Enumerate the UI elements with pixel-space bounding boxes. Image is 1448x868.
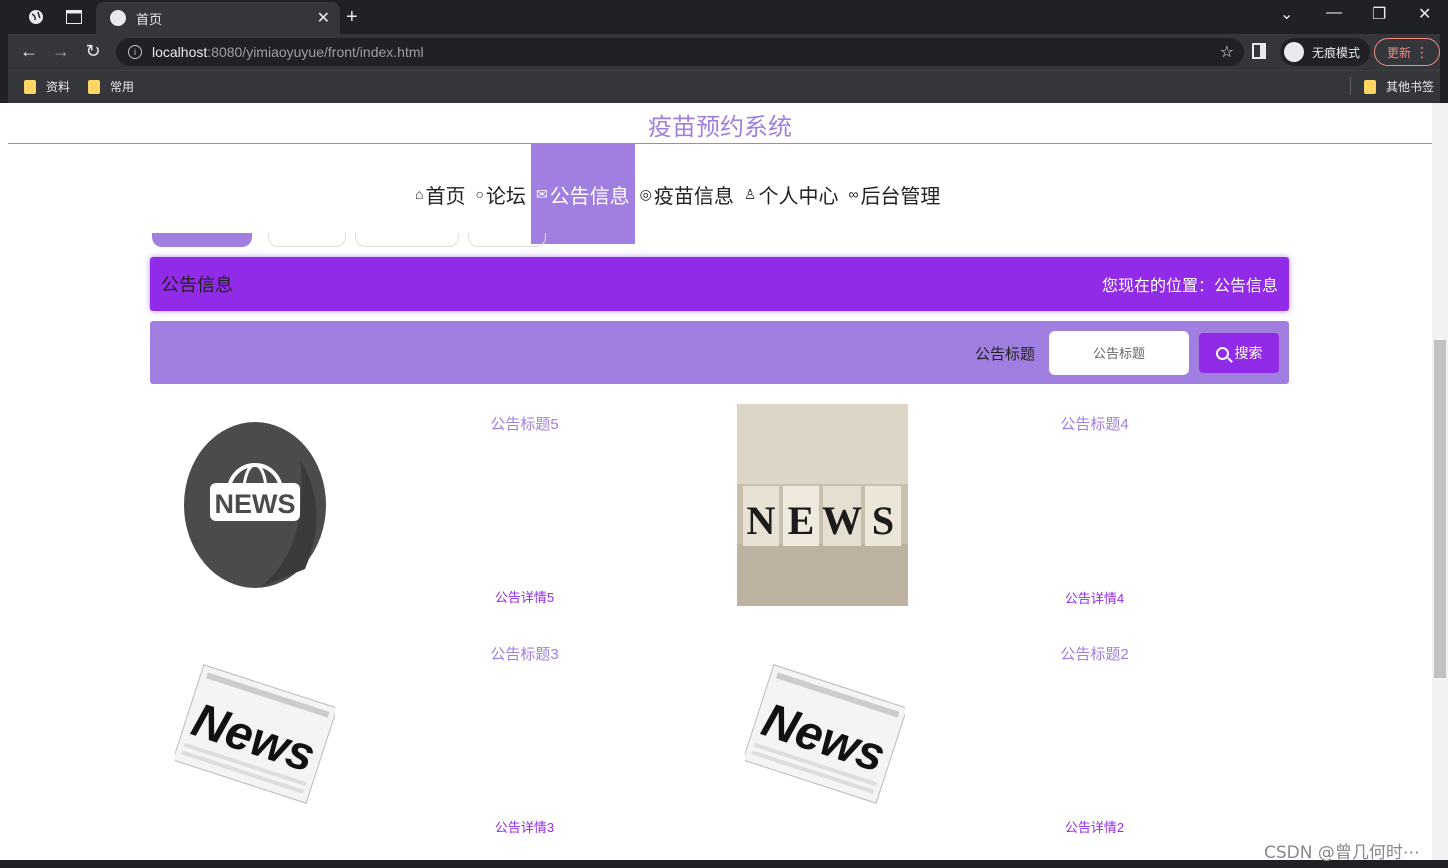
news-globe-image[interactable]: NEWS bbox=[150, 403, 360, 605]
svg-text:W: W bbox=[822, 498, 862, 543]
news-title[interactable]: 公告标题4 bbox=[960, 413, 1229, 434]
news-card[interactable]: News 公告标题3 公告详情3 bbox=[150, 633, 719, 860]
nav-item-vaccine-info[interactable]: ◎ 疫苗信息 bbox=[635, 144, 739, 244]
nav-label: 公告信息 bbox=[549, 185, 630, 208]
main-nav: ⌂ 首页 ○ 论坛 ✉ 公告信息 ◎ 疫苗信息 ♙ 个人中心 ∞ 后台管理 bbox=[410, 144, 945, 244]
search-button-label: 搜索 bbox=[1234, 345, 1263, 361]
incognito-icon bbox=[1284, 42, 1304, 62]
svg-text:N: N bbox=[747, 498, 776, 543]
hidden-tab bbox=[268, 233, 346, 247]
user-icon: ♙ bbox=[743, 185, 757, 202]
site-title: 疫苗预约系统 bbox=[648, 114, 792, 141]
search-label: 公告标题 bbox=[975, 346, 1036, 363]
nav-item-admin[interactable]: ∞ 后台管理 bbox=[843, 144, 945, 244]
incognito-label: 无痕模式 bbox=[1312, 45, 1361, 60]
browser-chrome: 首页 ✕ + ⌄ — ❐ ✕ ← → ↻ i localhost :8080/y… bbox=[0, 0, 1448, 103]
news-title[interactable]: 公告标题2 bbox=[960, 643, 1229, 664]
link-icon: ∞ bbox=[848, 186, 859, 202]
active-tab[interactable]: 首页 ✕ bbox=[96, 2, 340, 34]
svg-text:S: S bbox=[872, 498, 894, 543]
nav-label: 疫苗信息 bbox=[653, 185, 734, 208]
update-button[interactable]: 更新 ⋮ bbox=[1374, 38, 1440, 66]
browser-toolbar: ← → ↻ i localhost :8080/yimiaoyuyue/fron… bbox=[8, 34, 1440, 70]
tab-bar: 首页 ✕ + ⌄ — ❐ ✕ bbox=[8, 0, 1440, 34]
menu-dots-icon: ⋮ bbox=[1415, 44, 1429, 60]
news-detail[interactable]: 公告详情4 bbox=[960, 588, 1229, 607]
folder-icon bbox=[88, 79, 100, 94]
reload-icon[interactable]: ↻ bbox=[82, 41, 104, 62]
chevron-down-icon[interactable]: ⌄ bbox=[1280, 4, 1293, 24]
nav-label: 个人中心 bbox=[758, 185, 839, 208]
search-input[interactable] bbox=[1049, 331, 1189, 375]
minimize-icon[interactable]: — bbox=[1326, 4, 1342, 22]
info-icon[interactable]: i bbox=[128, 45, 142, 59]
bookmark-folder[interactable]: 资料 bbox=[24, 78, 70, 95]
url-host: localhost bbox=[152, 44, 208, 60]
news-detail[interactable]: 公告详情3 bbox=[390, 817, 659, 836]
news-detail[interactable]: 公告详情5 bbox=[390, 587, 659, 606]
news-detail[interactable]: 公告详情2 bbox=[960, 817, 1229, 836]
search-icon bbox=[1215, 346, 1229, 360]
tab-groups-icon[interactable] bbox=[60, 6, 88, 28]
news-title[interactable]: 公告标题5 bbox=[390, 413, 659, 434]
nav-item-home[interactable]: ⌂ 首页 bbox=[410, 144, 470, 244]
new-tab-icon[interactable]: + bbox=[346, 6, 358, 29]
other-bookmarks-label: 其他书签 bbox=[1386, 80, 1435, 94]
other-bookmarks[interactable]: 其他书签 bbox=[1364, 78, 1434, 95]
chat-icon: ○ bbox=[475, 186, 484, 202]
nav-label: 首页 bbox=[425, 185, 466, 208]
tab-favicon-icon bbox=[110, 10, 126, 26]
address-bar[interactable]: i localhost :8080/yimiaoyuyue/front/inde… bbox=[116, 38, 1244, 66]
star-icon[interactable]: ☆ bbox=[1220, 42, 1234, 62]
section-title: 公告信息 bbox=[161, 275, 233, 295]
taskbar bbox=[0, 860, 1448, 868]
news-blocks-image[interactable]: N E W S bbox=[737, 404, 908, 606]
hidden-tab bbox=[355, 233, 459, 247]
bookmark-label: 常用 bbox=[110, 80, 135, 94]
news-card[interactable]: NEWS 公告标题5 公告详情5 bbox=[150, 403, 719, 633]
hidden-tab bbox=[152, 233, 252, 247]
forward-icon[interactable]: → bbox=[50, 41, 72, 62]
bookmark-folder[interactable]: 常用 bbox=[88, 78, 134, 95]
restore-icon[interactable]: ❐ bbox=[1372, 4, 1386, 24]
url-path: :8080/yimiaoyuyue/front/index.html bbox=[207, 44, 424, 60]
watermark: CSDN @曾几何时⋯ bbox=[1264, 843, 1420, 863]
scrollbar[interactable] bbox=[1432, 103, 1448, 860]
nav-item-announcements[interactable]: ✉ 公告信息 bbox=[530, 144, 635, 244]
nav-item-forum[interactable]: ○ 论坛 bbox=[470, 144, 530, 244]
newspaper-image[interactable]: News bbox=[720, 633, 930, 835]
update-label: 更新 bbox=[1387, 45, 1412, 60]
globe-icon[interactable] bbox=[22, 6, 50, 28]
bookmarks-divider bbox=[1350, 77, 1351, 95]
news-card[interactable]: News 公告标题2 公告详情2 bbox=[720, 633, 1289, 860]
bookmark-label: 资料 bbox=[46, 80, 71, 94]
newspaper-image[interactable]: News bbox=[150, 633, 360, 835]
nav-item-profile[interactable]: ♙ 个人中心 bbox=[739, 144, 844, 244]
close-window-icon[interactable]: ✕ bbox=[1418, 4, 1431, 24]
news-card[interactable]: N E W S 公告标题4 公告详情4 bbox=[720, 403, 1289, 633]
search-button[interactable]: 搜索 bbox=[1199, 333, 1279, 373]
news-title[interactable]: 公告标题3 bbox=[390, 643, 659, 664]
breadcrumb: 您现在的位置：公告信息 bbox=[1101, 278, 1278, 295]
nav-label: 论坛 bbox=[485, 185, 526, 208]
search-bar: 公告标题 搜索 bbox=[150, 321, 1289, 384]
incognito-indicator[interactable]: 无痕模式 bbox=[1280, 38, 1371, 66]
scroll-thumb[interactable] bbox=[1434, 340, 1446, 678]
section-header: 公告信息 您现在的位置：公告信息 bbox=[150, 257, 1289, 311]
home-icon: ⌂ bbox=[415, 186, 424, 202]
folder-icon bbox=[24, 79, 36, 94]
nav-label: 后台管理 bbox=[860, 185, 941, 208]
close-icon[interactable]: ✕ bbox=[317, 8, 330, 28]
bookmarks-bar: 资料 常用 其他书签 bbox=[8, 70, 1440, 103]
hidden-tab bbox=[468, 233, 546, 247]
folder-icon bbox=[1364, 79, 1376, 94]
palette-icon: ◎ bbox=[639, 185, 652, 202]
svg-text:NEWS: NEWS bbox=[215, 489, 296, 519]
back-icon[interactable]: ← bbox=[18, 41, 40, 62]
page-content: 疫苗预约系统 ⌂ 首页 ○ 论坛 ✉ 公告信息 ◎ 疫苗信息 ♙ 个人中心 ∞ … bbox=[8, 103, 1432, 860]
side-panel-icon[interactable] bbox=[1252, 43, 1266, 59]
mail-icon: ✉ bbox=[535, 185, 548, 202]
svg-text:E: E bbox=[788, 498, 815, 543]
tab-title: 首页 bbox=[136, 11, 163, 27]
